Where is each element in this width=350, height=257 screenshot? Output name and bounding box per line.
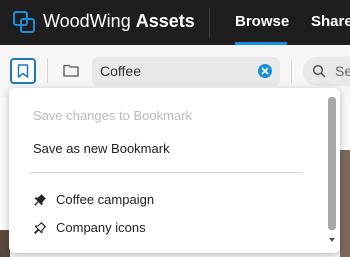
clear-search-button[interactable]: [258, 64, 272, 78]
top-bar: WoodWing Assets Browse Share: [0, 0, 350, 45]
save-as-new-bookmark-item[interactable]: Save as new Bookmark: [33, 141, 170, 156]
pin-filled-icon: [34, 193, 46, 206]
brand-name-text: WoodWing: [43, 11, 131, 31]
tab-share[interactable]: Share: [311, 13, 350, 30]
search-icon: [312, 64, 326, 78]
bookmark-dropdown-menu: Save changes to Bookmark Save as new Boo…: [9, 88, 340, 253]
bookmark-label: Company icons: [56, 220, 146, 235]
menu-divider: [29, 172, 302, 173]
secondary-search-input[interactable]: Se: [303, 57, 350, 86]
scroll-down-arrow-icon[interactable]: [328, 237, 336, 243]
bookmark-label: Coffee campaign: [56, 192, 155, 207]
bookmark-icon: [17, 64, 29, 78]
woodwing-logo-icon: [13, 11, 35, 33]
bookmark-button[interactable]: [10, 58, 36, 84]
search-input[interactable]: Coffee: [92, 57, 280, 86]
secondary-search-placeholder: Se: [335, 63, 350, 79]
brand-product-text: Assets: [135, 11, 195, 31]
scrollbar-thumb[interactable]: [328, 97, 336, 230]
search-input-value: Coffee: [100, 63, 141, 79]
folder-icon[interactable]: [63, 63, 79, 77]
content-area: [340, 97, 350, 150]
bookmark-item-coffee-campaign[interactable]: Coffee campaign: [33, 192, 154, 207]
tab-browse[interactable]: Browse: [235, 13, 289, 30]
brand-name: WoodWing Assets: [43, 11, 195, 32]
pin-outline-icon: [34, 221, 46, 234]
save-changes-to-bookmark-item: Save changes to Bookmark: [33, 108, 192, 123]
toolbar-separator: [47, 59, 48, 83]
close-icon: [261, 67, 269, 75]
toolbar-separator: [291, 59, 292, 83]
thumbnail-image[interactable]: [340, 150, 350, 257]
header-divider: [209, 8, 210, 38]
bookmark-item-company-icons[interactable]: Company icons: [33, 220, 146, 235]
